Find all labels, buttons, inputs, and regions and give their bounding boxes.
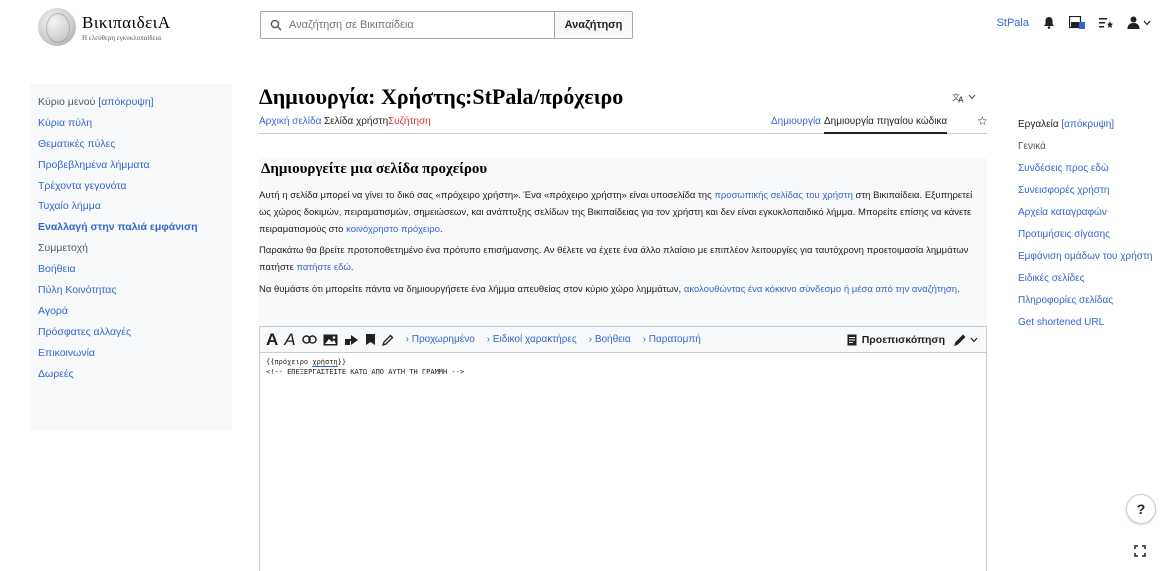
spellcheck-word: χρήστη bbox=[312, 358, 338, 367]
intro-heading: Δημιουργείτε μια σελίδα προχείρου bbox=[261, 161, 488, 177]
preview-button[interactable]: Προεπισκόπηση bbox=[847, 334, 945, 346]
signature-button[interactable] bbox=[381, 329, 394, 351]
tool-user-groups[interactable]: Εμφάνιση ομάδων του χρήστη bbox=[1018, 250, 1158, 263]
sidebar-item-featured[interactable]: Προβεβλημένα λήμματα bbox=[38, 155, 232, 176]
sidebar-item-contact[interactable]: Επικοινωνία bbox=[38, 343, 232, 364]
watchlist-icon[interactable] bbox=[1099, 17, 1113, 29]
tab-main-page[interactable]: Αρχική σελίδα bbox=[259, 116, 321, 127]
red-link-help-link[interactable]: ακολουθώντας ένα κόκκινο σύνδεσμο ή μέσα… bbox=[684, 284, 957, 295]
toolbar-tab-special-characters[interactable]: › Ειδικοί χαρακτήρες bbox=[487, 334, 577, 345]
expand-icon bbox=[1134, 545, 1146, 557]
edit-mode-switch[interactable] bbox=[953, 333, 978, 347]
sidebar-item-help[interactable]: Βοήθεια bbox=[38, 259, 232, 280]
tool-user-contributions[interactable]: Συνεισφορές χρήστη bbox=[1018, 184, 1158, 197]
pencil-icon bbox=[954, 334, 966, 346]
tool-shortened-url[interactable]: Get shortened URL bbox=[1018, 316, 1158, 329]
main-menu-header: Κύριο μενού [απόκρυψη] bbox=[38, 92, 232, 113]
tab-user-page[interactable]: Σελίδα χρήστη bbox=[324, 116, 388, 127]
sidebar-item-switch-skin[interactable]: Εναλλαγή στην παλιά εμφάνιση bbox=[38, 217, 232, 238]
fullscreen-toggle[interactable] bbox=[1130, 541, 1150, 561]
preview-label: Προεπισκόπηση bbox=[861, 333, 945, 346]
search-button[interactable]: Αναζήτηση bbox=[555, 11, 633, 39]
language-button[interactable]: 文 A bbox=[952, 91, 976, 103]
user-tools: StPala bbox=[997, 16, 1151, 29]
globe-icon bbox=[38, 8, 76, 46]
tool-page-information[interactable]: Πληροφορίες σελίδας bbox=[1018, 294, 1158, 307]
search-form: Αναζήτηση bbox=[260, 11, 633, 39]
pencil-icon bbox=[381, 334, 394, 346]
user-menu[interactable] bbox=[1127, 16, 1151, 29]
intro-paragraph-2: Παρακάτω θα βρείτε προτοποθετημένο ένα π… bbox=[259, 245, 969, 274]
tools-hide-link[interactable]: [απόκρυψη] bbox=[1061, 119, 1114, 130]
link-icon bbox=[301, 335, 317, 344]
toolbar-right: Προεπισκόπηση bbox=[847, 333, 986, 347]
user-page-link[interactable]: StPala bbox=[997, 17, 1029, 29]
user-page-help-link[interactable]: προσωπικής σελίδας του χρήστη bbox=[714, 190, 853, 201]
tab-talk[interactable]: Συζήτηση bbox=[388, 116, 431, 127]
tool-logs[interactable]: Αρχεία καταγραφών bbox=[1018, 206, 1158, 219]
tab-create[interactable]: Δημιουργία bbox=[771, 116, 821, 127]
sidebar-item-village-pump[interactable]: Αγορά bbox=[38, 301, 232, 322]
logo-tagline: Η ελεύθερη εγκυκλοπαίδεια bbox=[82, 33, 162, 42]
intro-paragraph-3: Να θυμάστε ότι μπορείτε πάντα να δημιουρ… bbox=[259, 283, 960, 295]
click-here-link[interactable]: πατήστε εδώ bbox=[296, 262, 350, 273]
intro-paragraph-1: Αυτή η σελίδα μπορεί να γίνει το δικό σα… bbox=[259, 190, 973, 235]
toolbar-tab-help[interactable]: › Βοήθεια bbox=[589, 334, 631, 345]
header: ΒικιπαιδειΑ Η ελεύθερη εγκυκλοπαίδεια Αν… bbox=[0, 0, 1169, 60]
bell-icon[interactable] bbox=[1043, 16, 1055, 29]
logo-wordmark: ΒικιπαιδειΑ bbox=[82, 12, 171, 32]
toolbar-tab-advanced[interactable]: › Προχωρημένο bbox=[406, 334, 475, 345]
insert-button[interactable] bbox=[344, 329, 359, 351]
link-button[interactable] bbox=[301, 329, 317, 351]
user-avatar-icon bbox=[1127, 16, 1140, 29]
image-icon bbox=[323, 334, 338, 345]
sidebar-item-community-portal[interactable]: Πύλη Κοινότητας bbox=[38, 280, 232, 301]
common-sandbox-link[interactable]: κοινόχρηστο πρόχειρο bbox=[346, 224, 440, 235]
sidebar-item-donate[interactable]: Δωρεές bbox=[38, 364, 232, 385]
sidebar-heading-participation: Συμμετοχή bbox=[38, 242, 88, 255]
watch-star-icon[interactable]: ☆ bbox=[977, 114, 988, 128]
tool-mute-preferences[interactable]: Προτιμήσεις σίγασης bbox=[1018, 228, 1158, 241]
tools-sidebar: Εργαλεία [απόκρυψη] Γενικά Συνδέσεις προ… bbox=[1018, 118, 1158, 338]
page-tabs: Αρχική σελίδα Σελίδα χρήστη Συζήτηση Δημ… bbox=[259, 112, 988, 134]
search-box bbox=[260, 11, 555, 39]
chevron-down-icon bbox=[970, 337, 978, 342]
tool-special-pages[interactable]: Ειδικές σελίδες bbox=[1018, 272, 1158, 285]
page-title: Δημιουργία: Χρήστης:StPala/πρόχειρο bbox=[259, 84, 624, 109]
main-menu-sidebar: Κύριο μενού [απόκρυψη] Κύρια πύλη Θεματι… bbox=[30, 84, 232, 430]
sidebar-item-current-events[interactable]: Τρέχοντα γεγονότα bbox=[38, 176, 232, 197]
tools-section-general: Γενικά bbox=[1018, 141, 1046, 152]
inbox-icon[interactable] bbox=[1069, 16, 1085, 29]
editor-toolbar: A A › Προχωρημένο › Ειδικοί χαρακτήρες ›… bbox=[260, 327, 986, 353]
insert-icon bbox=[344, 334, 358, 345]
tab-create-source[interactable]: Δημιουργία πηγαίου κώδικα bbox=[824, 116, 948, 134]
image-button[interactable] bbox=[323, 329, 338, 351]
editor-textarea[interactable]: {{πρόχειρο χρήστη}} <!-- ΕΠΕΞΕΡΓΑΣΤΕΙΤΕ … bbox=[260, 353, 986, 381]
toolbar-tab-cite[interactable]: › Παρατομπή bbox=[643, 334, 701, 345]
sidebar-item-main-page[interactable]: Κύρια πύλη bbox=[38, 113, 232, 134]
chevron-down-icon bbox=[1143, 20, 1151, 25]
translate-icon: 文 A bbox=[952, 92, 964, 103]
reference-button[interactable] bbox=[365, 329, 376, 351]
bold-button[interactable]: A bbox=[266, 329, 278, 351]
sidebar-item-portals[interactable]: Θεματικές πύλες bbox=[38, 134, 232, 155]
preview-icon bbox=[847, 334, 857, 345]
bookmark-icon bbox=[365, 334, 375, 345]
wikitext-editor: A A › Προχωρημένο › Ειδικοί χαρακτήρες ›… bbox=[259, 326, 987, 571]
tools-title: Εργαλεία bbox=[1018, 119, 1059, 130]
help-button[interactable]: ? bbox=[1126, 494, 1156, 524]
tool-what-links-here[interactable]: Συνδέσεις προς εδώ bbox=[1018, 162, 1158, 175]
sidebar-item-random[interactable]: Τυχαίο λήμμα bbox=[38, 196, 232, 217]
chevron-down-icon bbox=[968, 94, 976, 100]
main-menu-hide-link[interactable]: [απόκρυψη] bbox=[98, 96, 153, 108]
intro-text: Αυτή η σελίδα μπορεί να γίνει το δικό σα… bbox=[259, 188, 979, 304]
wikipedia-logo[interactable]: ΒικιπαιδειΑ Η ελεύθερη εγκυκλοπαίδεια bbox=[38, 8, 171, 46]
search-input[interactable] bbox=[289, 19, 529, 31]
italic-button[interactable]: A bbox=[284, 329, 295, 351]
svg-text:A: A bbox=[958, 95, 964, 103]
search-icon bbox=[270, 19, 282, 31]
sidebar-item-recent-changes[interactable]: Πρόσφατες αλλαγές bbox=[38, 322, 232, 343]
tools-header: Εργαλεία [απόκρυψη] bbox=[1018, 118, 1158, 131]
main-menu-label: Κύριο μενού bbox=[38, 96, 96, 108]
